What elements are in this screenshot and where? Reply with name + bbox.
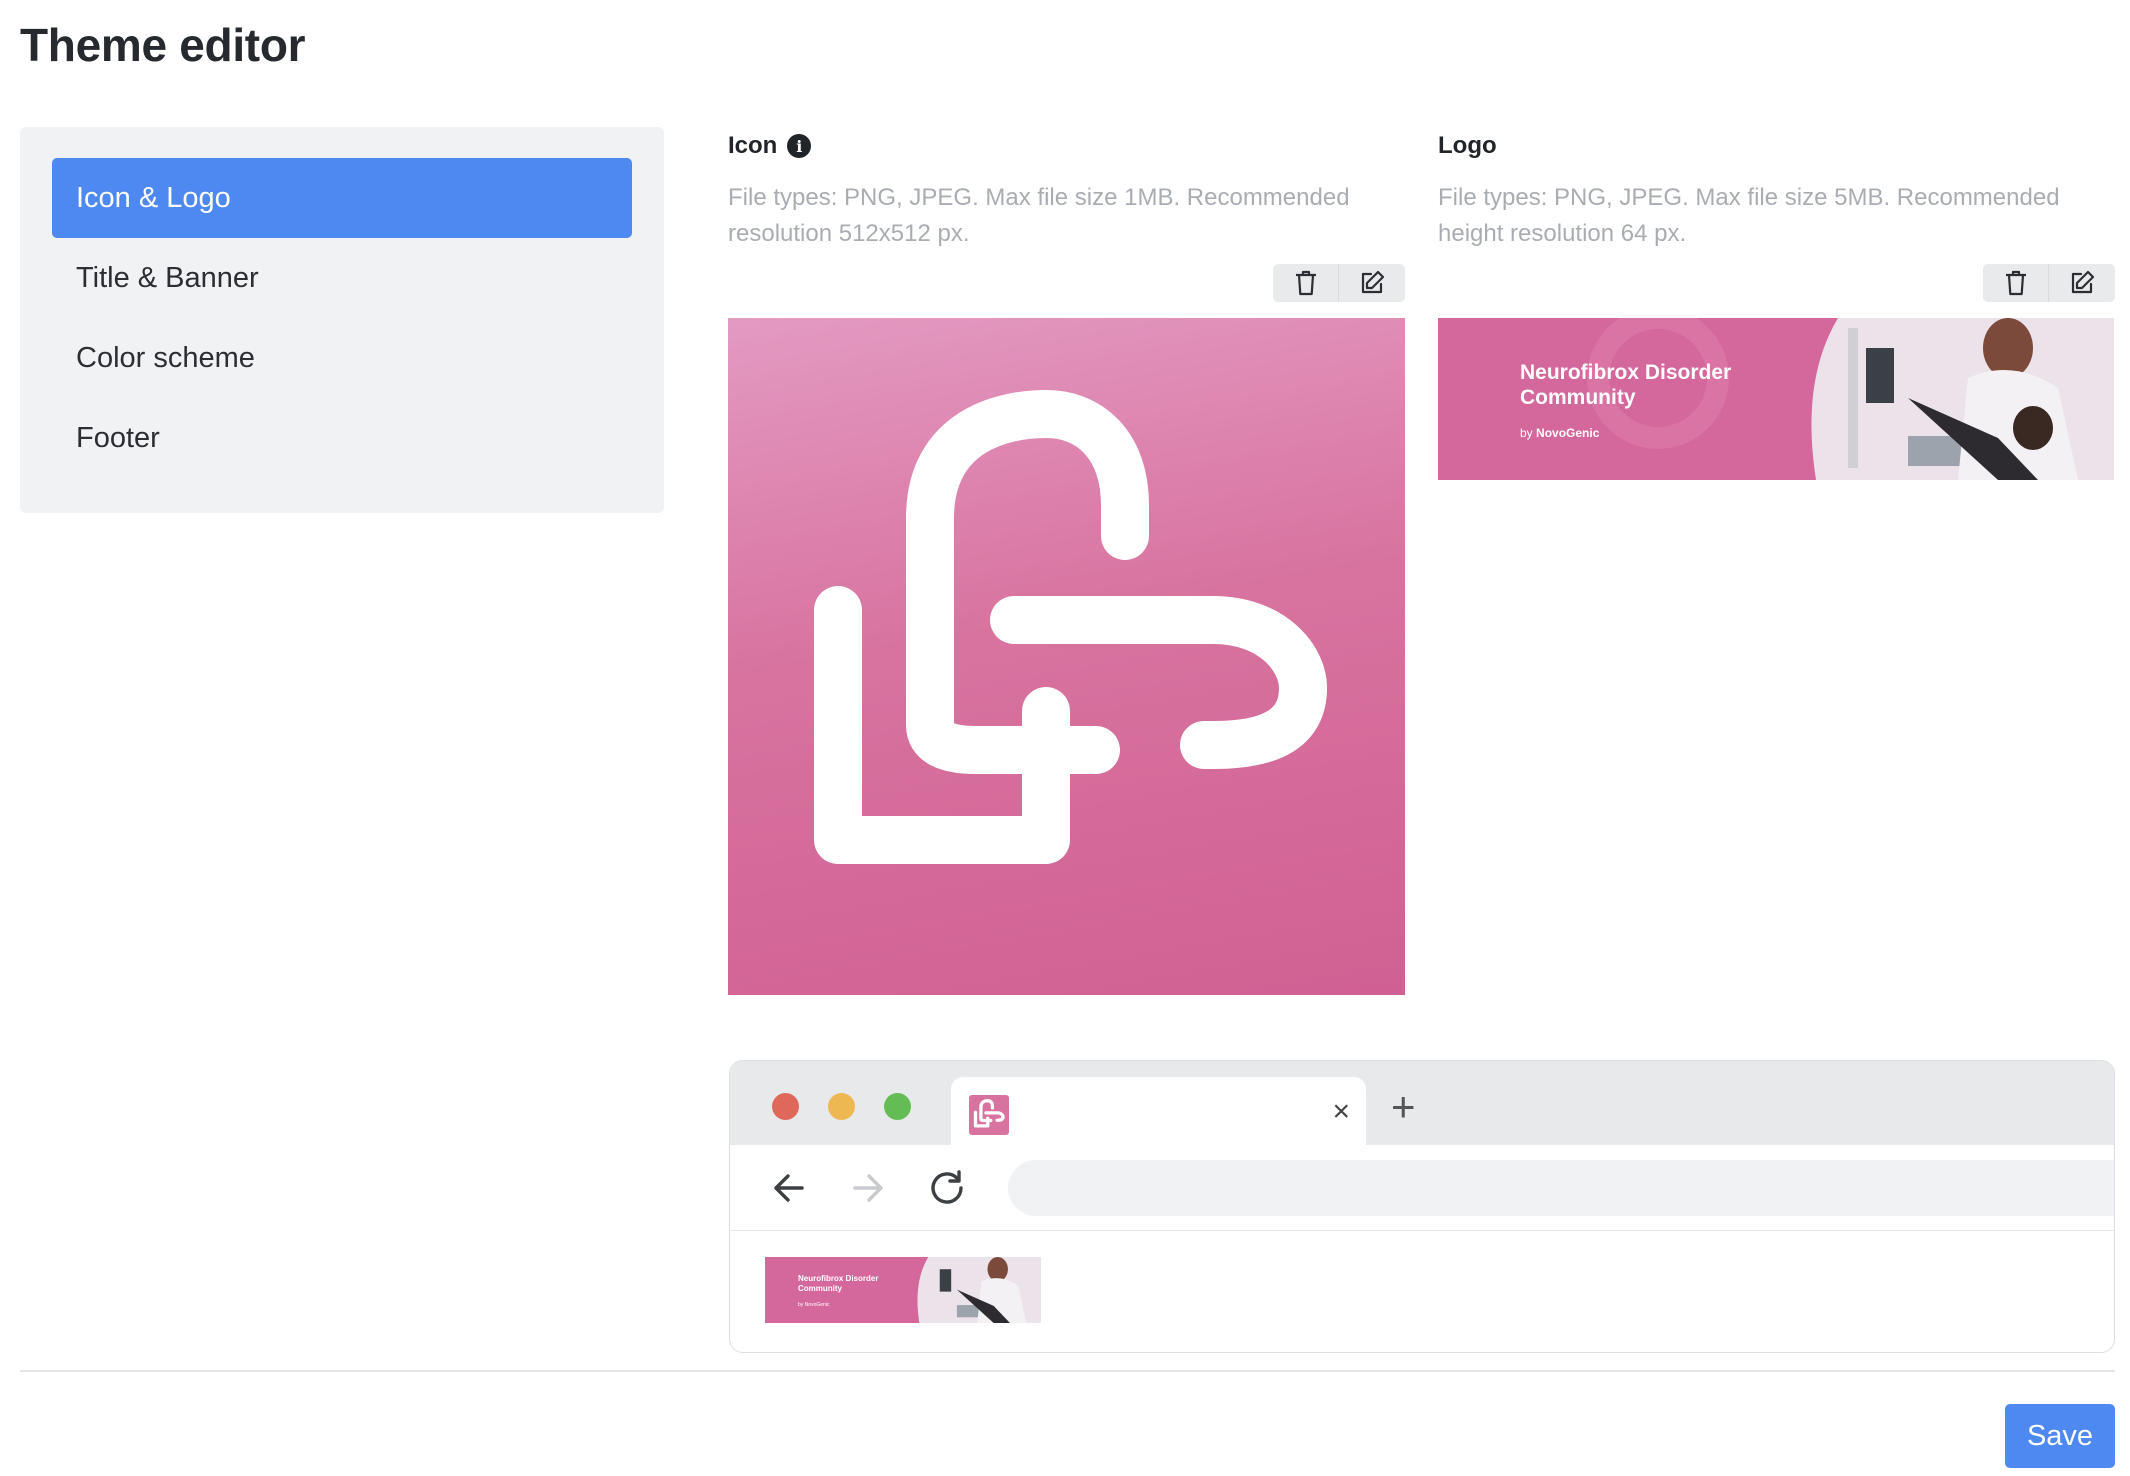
new-tab-icon[interactable]: + [1391,1086,1416,1128]
tab-close-icon[interactable]: × [1332,1097,1350,1127]
sidebar-item-title-banner[interactable]: Title & Banner [52,238,632,318]
footer-divider [20,1370,2115,1372]
favicon-icon [969,1095,1009,1135]
logo-helper-text: File types: PNG, JPEG. Max file size 5MB… [1438,184,2060,247]
page-title: Theme editor [20,19,306,71]
address-bar[interactable] [1008,1160,2114,1216]
window-close-dot [772,1093,799,1120]
reload-icon[interactable] [926,1167,968,1209]
icon-section-label: Icon i [728,132,812,160]
logo-edit-button[interactable] [2049,264,2115,302]
window-maximize-dot [884,1093,911,1120]
page-logo-title-text: Neurofibrox Disorder Community [798,1274,879,1293]
browser-preview: × + Neurofibrox Disorder Community by No… [729,1060,2115,1353]
logo-actions [1983,264,2115,302]
page-logo-by-text: by NovoGenic [798,1302,830,1308]
info-icon[interactable]: i [787,134,812,158]
edit-icon [1361,270,1385,294]
logo-label-text: Logo [1438,132,1497,159]
window-minimize-dot [828,1093,855,1120]
sidebar: Icon & Logo Title & Banner Color scheme … [20,127,664,513]
logo-title-text: Neurofibrox Disorder Community [1520,361,1732,409]
logo-image-preview: Neurofibrox Disorder Community by NovoGe… [1438,318,2114,480]
icon-label-text: Icon [728,132,778,159]
sidebar-item-color-scheme[interactable]: Color scheme [52,318,632,398]
icon-actions [1273,264,1405,302]
sidebar-item-icon-logo[interactable]: Icon & Logo [52,158,632,238]
browser-tab[interactable]: × [951,1077,1366,1145]
icon-edit-button[interactable] [1339,264,1405,302]
logo-section-label: Logo [1438,132,1497,160]
edit-icon [2071,270,2095,294]
icon-image-preview [728,318,1405,995]
logo-delete-button[interactable] [1983,264,2049,302]
browser-tab-bar: × + [730,1061,2114,1145]
icon-helper-text: File types: PNG, JPEG. Max file size 1MB… [728,184,1350,247]
icon-delete-button[interactable] [1273,264,1339,302]
logo-by-text: by NovoGenic [1520,426,1600,440]
arrow-right-icon[interactable] [847,1167,889,1209]
browser-page-logo: Neurofibrox Disorder Community by NovoGe… [765,1257,1041,1323]
trash-icon [1295,270,1316,296]
save-button[interactable]: Save [2005,1404,2115,1468]
brand-logo-mark-icon [814,390,1327,864]
sidebar-item-footer[interactable]: Footer [52,398,632,478]
arrow-left-icon[interactable] [768,1167,810,1209]
browser-toolbar [730,1145,2114,1231]
trash-icon [2005,270,2026,296]
